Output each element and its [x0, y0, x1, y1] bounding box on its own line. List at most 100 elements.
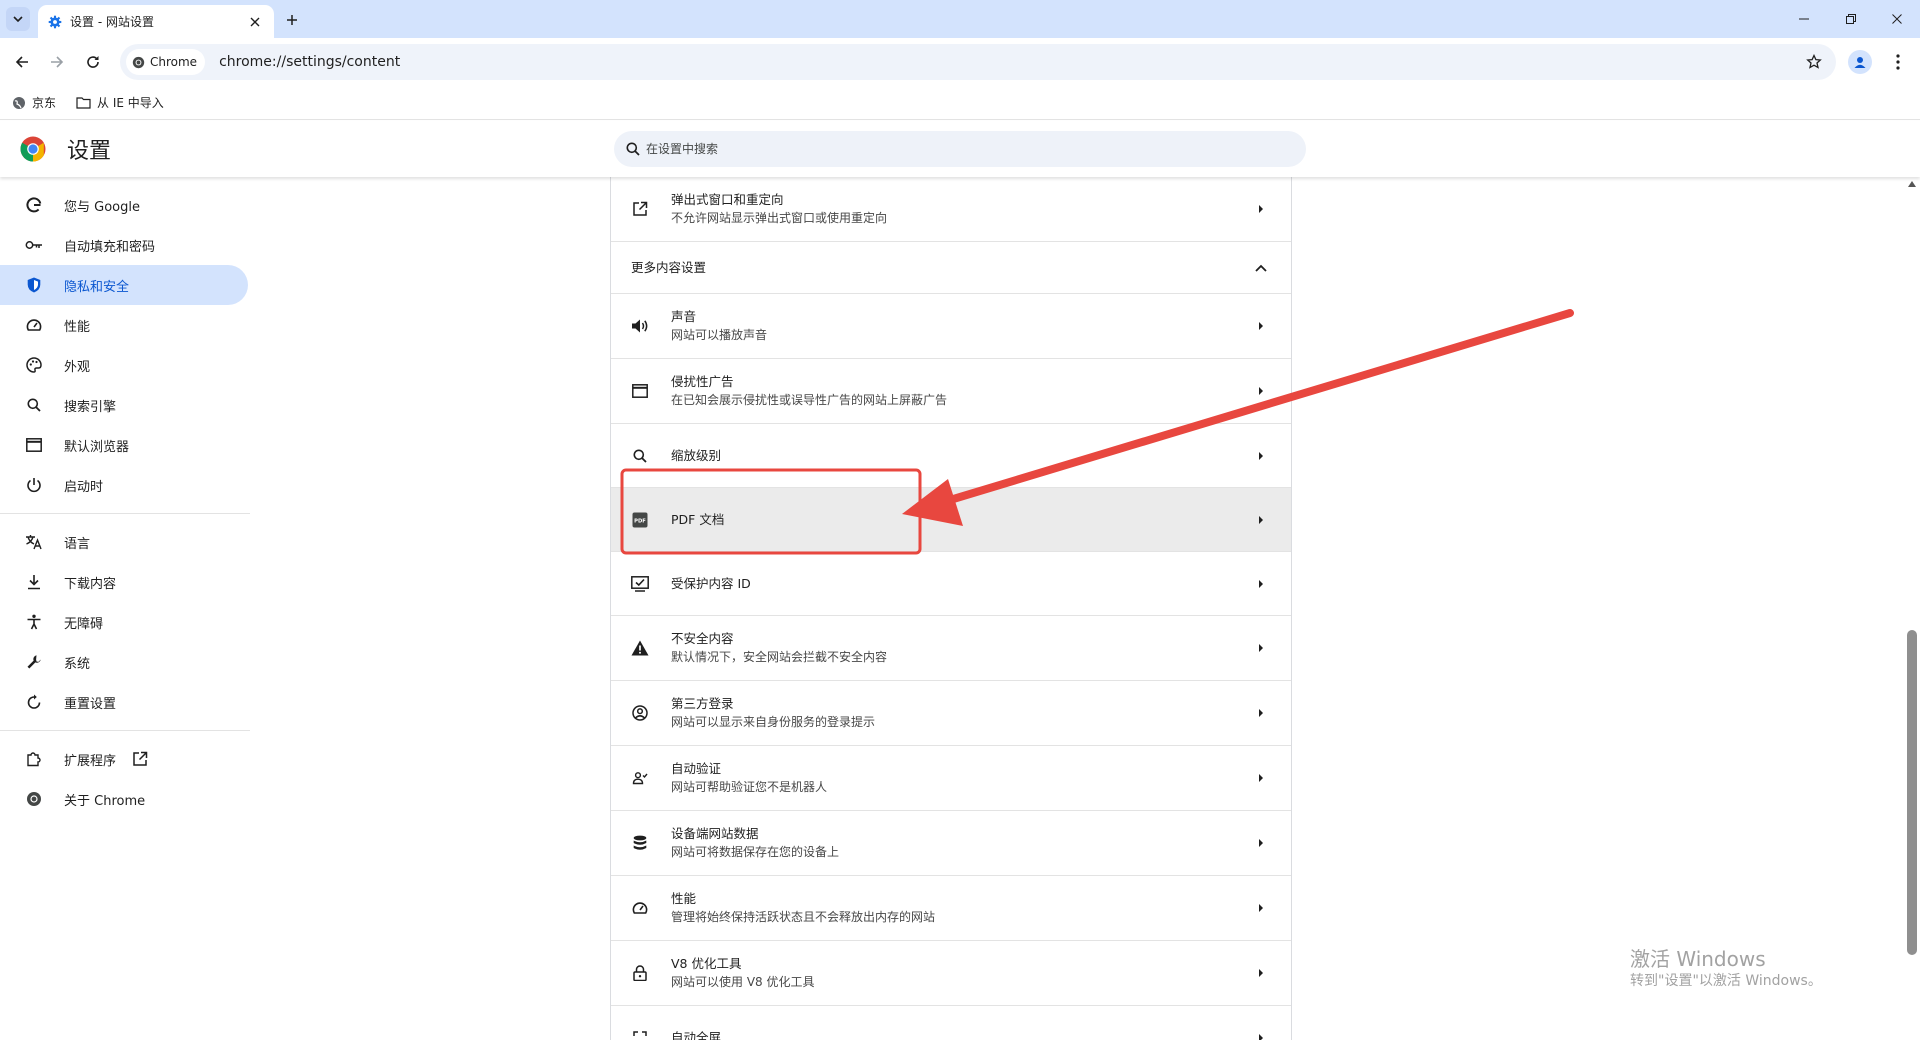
- row-desc: 网站可将数据保存在您的设备上: [671, 845, 840, 859]
- chrome-menu-button[interactable]: [1886, 50, 1910, 74]
- wrench-icon: [24, 652, 44, 672]
- bookmark-label: 京东: [32, 96, 57, 110]
- accessibility-icon: [24, 612, 44, 632]
- sidebar-item-you-and-google[interactable]: 您与 Google: [0, 185, 248, 225]
- sidebar-item-label: 性能: [64, 319, 91, 335]
- sidebar-item-label: 隐私和安全: [64, 279, 130, 295]
- reload-button[interactable]: [81, 50, 105, 74]
- row-desc: 管理将始终保持活跃状态且不会释放出内存的网站: [671, 910, 936, 924]
- sidebar-item-search-engine[interactable]: 搜索引擎: [0, 385, 248, 425]
- sidebar-item-label: 扩展程序: [64, 753, 117, 769]
- row-desc: 不允许网站显示弹出式窗口或使用重定向: [671, 211, 888, 225]
- pdf-icon: PDF: [629, 509, 651, 531]
- new-tab-button[interactable]: [282, 10, 302, 30]
- sidebar-item-reset[interactable]: 重置设置: [0, 682, 248, 722]
- speedometer-icon: [24, 315, 44, 335]
- setting-row-on-device-data[interactable]: 设备端网站数据 网站可将数据保存在您的设备上: [611, 811, 1291, 876]
- warning-icon: [629, 637, 651, 659]
- row-title: 自动验证: [671, 761, 722, 776]
- row-title: PDF 文档: [671, 511, 725, 527]
- database-icon: [629, 832, 651, 854]
- chevron-right-icon: [1251, 898, 1271, 918]
- row-desc: 默认情况下，安全网站会拦截不安全内容: [671, 650, 888, 664]
- content-card: 弹出式窗口和重定向 不允许网站显示弹出式窗口或使用重定向 更多内容设置 声音 网站可…: [610, 177, 1292, 1040]
- settings-search[interactable]: [614, 131, 1306, 167]
- chevron-right-icon: [1251, 316, 1271, 336]
- sidebar-item-privacy[interactable]: 隐私和安全: [0, 265, 248, 305]
- restore-button[interactable]: [1840, 8, 1862, 30]
- scroll-thumb[interactable]: [1907, 630, 1917, 955]
- star-icon: [1806, 54, 1822, 69]
- setting-row-sound[interactable]: 声音 网站可以播放声音: [611, 294, 1291, 359]
- page-title: 设置: [67, 139, 112, 164]
- sidebar-item-default-browser[interactable]: 默认浏览器: [0, 425, 248, 465]
- minimize-button[interactable]: [1793, 8, 1815, 30]
- windows-watermark-subtitle: 转到"设置"以激活 Windows。: [1630, 973, 1822, 989]
- row-desc: 在已知会展示侵扰性或误导性广告的网站上屏蔽广告: [671, 393, 948, 407]
- sidebar-item-autofill[interactable]: 自动填充和密码: [0, 225, 248, 265]
- setting-row-popups[interactable]: 弹出式窗口和重定向 不允许网站显示弹出式窗口或使用重定向: [611, 177, 1291, 242]
- scroll-up-arrow-icon[interactable]: [1908, 181, 1916, 187]
- more-content-settings-section[interactable]: 更多内容设置: [611, 242, 1291, 294]
- address-bar[interactable]: Chrome chrome://settings/content: [120, 44, 1836, 80]
- row-title: 自动全屏: [671, 1030, 722, 1040]
- search-input[interactable]: [646, 142, 1246, 156]
- window-icon: [629, 380, 651, 402]
- setting-row-auto-fullscreen[interactable]: 自动全屏: [611, 1006, 1291, 1040]
- globe-icon: [13, 96, 25, 109]
- zoom-icon: [629, 445, 651, 467]
- chevron-right-icon: [1251, 768, 1271, 788]
- setting-row-third-party-signin[interactable]: 第三方登录 网站可以显示来自身份服务的登录提示: [611, 681, 1291, 746]
- bookmark-folder-ie[interactable]: 从 IE 中导入: [76, 94, 164, 111]
- setting-row-performance[interactable]: 性能 管理将始终保持活跃状态且不会释放出内存的网站: [611, 876, 1291, 941]
- close-window-button[interactable]: [1886, 8, 1908, 30]
- sidebar-item-extensions[interactable]: 扩展程序: [0, 739, 248, 779]
- plus-icon: [287, 15, 297, 25]
- back-button[interactable]: [10, 50, 34, 74]
- folder-icon: [76, 97, 91, 109]
- page-scrollbar[interactable]: [1904, 177, 1920, 1040]
- sidebar-item-performance[interactable]: 性能: [0, 305, 248, 345]
- setting-row-intrusive-ads[interactable]: 侵扰性广告 在已知会展示侵扰性或误导性广告的网站上屏蔽广告: [611, 359, 1291, 424]
- row-desc: 网站可以显示来自身份服务的登录提示: [671, 715, 876, 729]
- shield-icon: [24, 275, 44, 295]
- sidebar-item-languages[interactable]: 语言: [0, 522, 248, 562]
- sidebar-item-label: 外观: [64, 359, 91, 375]
- site-info-chip[interactable]: Chrome: [126, 49, 206, 75]
- sidebar-item-system[interactable]: 系统: [0, 642, 248, 682]
- sidebar-item-downloads[interactable]: 下载内容: [0, 562, 248, 602]
- row-desc: 网站可以播放声音: [671, 328, 768, 342]
- sidebar-item-label: 重置设置: [64, 696, 117, 712]
- setting-row-insecure-content[interactable]: 不安全内容 默认情况下，安全网站会拦截不安全内容: [611, 616, 1291, 681]
- tab-close-button[interactable]: [246, 13, 264, 31]
- setting-row-zoom[interactable]: 缩放级别: [611, 424, 1291, 488]
- tab-search-button[interactable]: [6, 7, 30, 31]
- active-tab[interactable]: 设置 - 网站设置: [38, 5, 274, 38]
- setting-row-v8-optimizer[interactable]: V8 优化工具 网站可以使用 V8 优化工具: [611, 941, 1291, 1006]
- speedometer-icon: [629, 897, 651, 919]
- setting-row-pdf[interactable]: PDF PDF 文档: [611, 488, 1291, 552]
- chrome-icon: [132, 56, 145, 68]
- reload-icon: [87, 56, 99, 68]
- forward-button[interactable]: [45, 50, 69, 74]
- sidebar-item-about[interactable]: 关于 Chrome: [0, 779, 248, 819]
- open-in-new-icon: [629, 198, 651, 220]
- bookmark-star-button[interactable]: [1800, 48, 1828, 76]
- translate-icon: [24, 532, 44, 552]
- setting-row-protected-content[interactable]: 受保护内容 ID: [611, 552, 1291, 616]
- sidebar-item-accessibility[interactable]: 无障碍: [0, 602, 248, 642]
- tab-strip: 设置 - 网站设置: [0, 0, 1920, 38]
- lock-icon: [629, 962, 651, 984]
- chevron-right-icon: [1251, 833, 1271, 853]
- chevron-right-icon: [1251, 963, 1271, 983]
- chrome-logo-icon: [20, 136, 46, 162]
- sidebar-item-appearance[interactable]: 外观: [0, 345, 248, 385]
- sidebar: 您与 Google 自动填充和密码 隐私和安全 性能 外观 搜索引擎 默认浏览器…: [0, 185, 250, 819]
- setting-row-auto-verify[interactable]: 自动验证 网站可帮助验证您不是机器人: [611, 746, 1291, 811]
- bookmark-jd[interactable]: 京东: [12, 94, 56, 111]
- sidebar-item-on-startup[interactable]: 启动时: [0, 465, 248, 505]
- row-desc: 网站可以使用 V8 优化工具: [671, 975, 815, 989]
- profile-button[interactable]: [1848, 50, 1872, 74]
- sidebar-item-label: 自动填充和密码: [64, 239, 156, 255]
- url-text[interactable]: chrome://settings/content: [219, 54, 1800, 70]
